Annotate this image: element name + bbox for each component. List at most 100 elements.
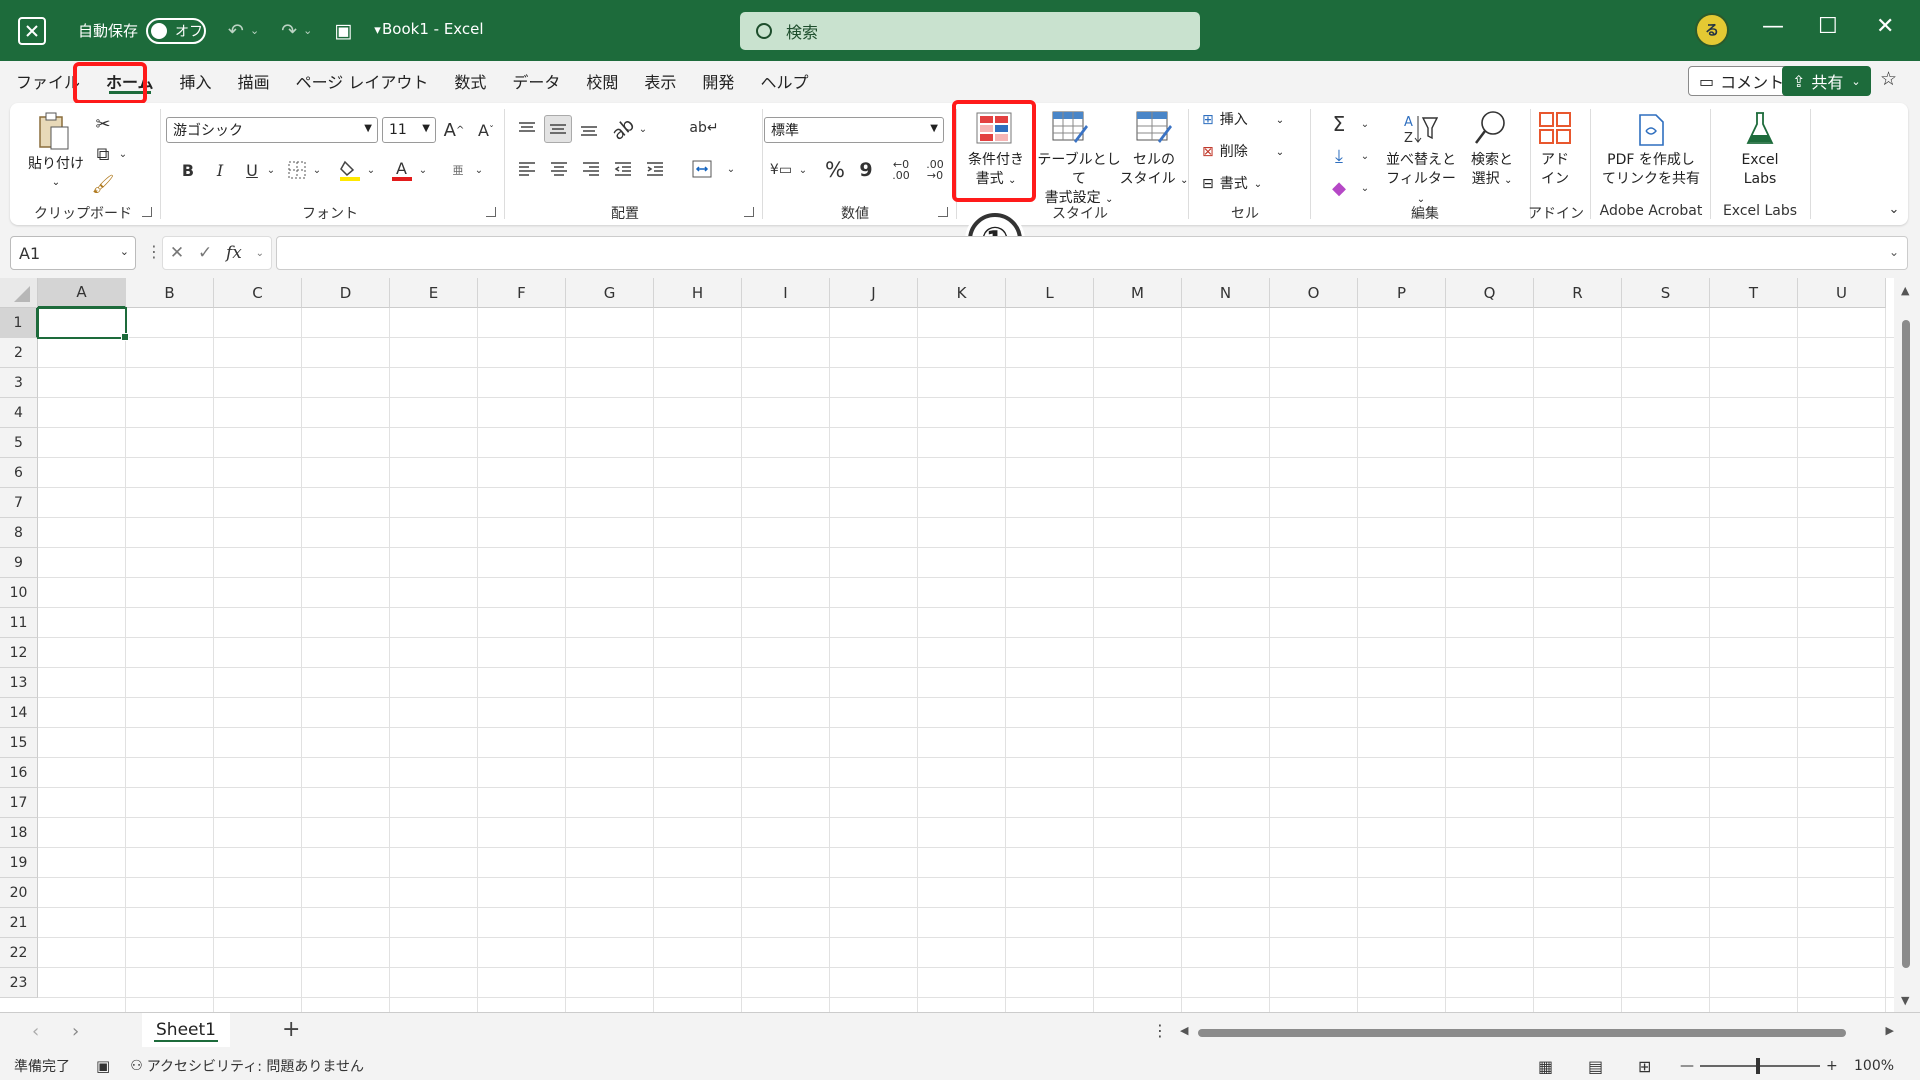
expand-formula-icon[interactable]: ⌄ [1889, 245, 1899, 259]
sort-filter-icon[interactable]: AZ [1400, 109, 1440, 149]
row-header-12[interactable]: 12 [0, 638, 38, 668]
row-header-21[interactable]: 21 [0, 908, 38, 938]
row-header-14[interactable]: 14 [0, 698, 38, 728]
tab-data[interactable]: データ [499, 61, 573, 101]
column-header-b[interactable]: B [126, 278, 214, 308]
tab-help[interactable]: ヘルプ [747, 61, 821, 101]
horizontal-scrollbar[interactable]: ◀ ▶ [1180, 1024, 1894, 1039]
column-header-k[interactable]: K [918, 278, 1006, 308]
column-header-d[interactable]: D [302, 278, 390, 308]
phonetic-dropdown-icon[interactable]: ⌄ [472, 157, 486, 183]
column-header-s[interactable]: S [1622, 278, 1710, 308]
zoom-slider-thumb[interactable] [1756, 1058, 1760, 1074]
currency-dropdown-icon[interactable]: ⌄ [796, 155, 810, 185]
clear-dropdown-icon[interactable]: ⌄ [1358, 175, 1372, 201]
column-header-q[interactable]: Q [1446, 278, 1534, 308]
column-header-m[interactable]: M [1094, 278, 1182, 308]
number-launcher-icon[interactable] [938, 207, 948, 217]
find-select-icon[interactable] [1470, 107, 1510, 149]
sheet-tab[interactable]: Sheet1 [142, 1013, 230, 1047]
autosum-icon[interactable]: Σ [1326, 111, 1352, 137]
excel-labs-button[interactable]: Excel Labs [1720, 151, 1800, 189]
format-as-table-button[interactable]: テーブルとして 書式設定 ⌄ [1034, 151, 1124, 209]
align-top-icon[interactable] [514, 115, 540, 143]
customize-qat-icon[interactable]: ▾ [374, 23, 381, 38]
zoom-in-icon[interactable]: + [1826, 1058, 1838, 1074]
pdf-share-button[interactable]: PDF を作成し てリンクを共有 [1594, 151, 1708, 189]
redo-dropdown-icon[interactable]: ⌄ [303, 24, 312, 37]
column-header-g[interactable]: G [566, 278, 654, 308]
column-header-t[interactable]: T [1710, 278, 1798, 308]
zoom-out-icon[interactable]: — [1680, 1058, 1694, 1074]
column-header-l[interactable]: L [1006, 278, 1094, 308]
increase-decimal-button[interactable]: ←0.00 [886, 153, 916, 187]
format-as-table-icon[interactable] [1050, 107, 1090, 149]
cut-icon[interactable]: ✂ [90, 111, 116, 137]
find-select-button[interactable]: 検索と 選択 ⌄ [1462, 151, 1522, 190]
row-header-11[interactable]: 11 [0, 608, 38, 638]
more-options-icon[interactable]: ⋮ [1152, 1021, 1168, 1040]
fill-color-dropdown-icon[interactable]: ⌄ [364, 157, 378, 183]
column-header-p[interactable]: P [1358, 278, 1446, 308]
tab-page-layout[interactable]: ページ レイアウト [283, 61, 442, 101]
cancel-icon[interactable]: ✕ [170, 243, 184, 263]
clipboard-launcher-icon[interactable] [142, 207, 152, 217]
row-header-7[interactable]: 7 [0, 488, 38, 518]
minimize-button[interactable]: — [1762, 14, 1784, 39]
undo-dropdown-icon[interactable]: ⌄ [250, 24, 259, 37]
column-header-o[interactable]: O [1270, 278, 1358, 308]
close-button[interactable]: ✕ [1876, 14, 1894, 39]
row-header-16[interactable]: 16 [0, 758, 38, 788]
vertical-scroll-thumb[interactable] [1902, 320, 1910, 968]
more-options-icon[interactable]: ⋮ [146, 242, 162, 261]
column-header-f[interactable]: F [478, 278, 566, 308]
font-size-dropdown[interactable]: 11 ▼ [382, 117, 436, 143]
align-left-icon[interactable] [514, 155, 540, 183]
column-header-u[interactable]: U [1798, 278, 1886, 308]
merge-center-icon[interactable] [688, 155, 716, 183]
row-header-8[interactable]: 8 [0, 518, 38, 548]
vertical-scrollbar[interactable]: ▲ ▼ [1894, 278, 1920, 1012]
insert-function-button[interactable]: fx [226, 243, 242, 263]
zoom-slider[interactable] [1700, 1058, 1820, 1074]
scroll-right-icon[interactable]: ▶ [1886, 1024, 1894, 1037]
align-bottom-icon[interactable] [576, 115, 602, 143]
add-sheet-button[interactable]: + [282, 1017, 300, 1042]
page-layout-view-icon[interactable]: ▤ [1588, 1057, 1603, 1076]
column-header-a[interactable]: A [38, 278, 126, 308]
tab-view[interactable]: 表示 [631, 61, 689, 101]
scroll-left-icon[interactable]: ◀ [1180, 1024, 1188, 1037]
borders-icon[interactable] [284, 157, 310, 183]
row-header-22[interactable]: 22 [0, 938, 38, 968]
comment-button[interactable]: ▭ コメント [1688, 66, 1796, 96]
row-header-10[interactable]: 10 [0, 578, 38, 608]
percent-button[interactable]: % [822, 155, 848, 185]
normal-view-icon[interactable]: ▦ [1538, 1057, 1553, 1076]
autosave-toggle[interactable]: オフ [146, 17, 207, 44]
delete-cells-button[interactable]: ⊠ 削除 ⌄ [1202, 143, 1300, 162]
row-header-4[interactable]: 4 [0, 398, 38, 428]
row-header-18[interactable]: 18 [0, 818, 38, 848]
column-header-r[interactable]: R [1534, 278, 1622, 308]
pdf-share-icon[interactable] [1632, 111, 1670, 149]
insert-cells-button[interactable]: ⊞ 挿入 ⌄ [1202, 111, 1300, 130]
active-cell[interactable] [37, 307, 129, 341]
column-header-e[interactable]: E [390, 278, 478, 308]
zoom-level[interactable]: 100% [1854, 1058, 1894, 1074]
row-header-5[interactable]: 5 [0, 428, 38, 458]
macro-record-icon[interactable]: ▣ [96, 1057, 110, 1075]
copilot-icon[interactable]: ☆ [1880, 68, 1897, 90]
font-color-icon[interactable]: A [388, 155, 416, 185]
decrease-indent-icon[interactable] [610, 155, 636, 183]
tab-review[interactable]: 校閲 [573, 61, 631, 101]
page-break-view-icon[interactable]: ⊞ [1638, 1057, 1651, 1076]
row-header-3[interactable]: 3 [0, 368, 38, 398]
screenshot-icon[interactable]: ▣ [334, 20, 352, 42]
format-cells-button[interactable]: ⊟ 書式 ⌄ [1202, 175, 1300, 194]
row-header-13[interactable]: 13 [0, 668, 38, 698]
align-center-icon[interactable] [546, 155, 572, 183]
tab-draw[interactable]: 描画 [225, 61, 283, 101]
horizontal-scroll-thumb[interactable] [1198, 1029, 1846, 1037]
borders-dropdown-icon[interactable]: ⌄ [310, 157, 324, 183]
prev-sheet-icon[interactable]: ‹ [32, 1021, 39, 1042]
